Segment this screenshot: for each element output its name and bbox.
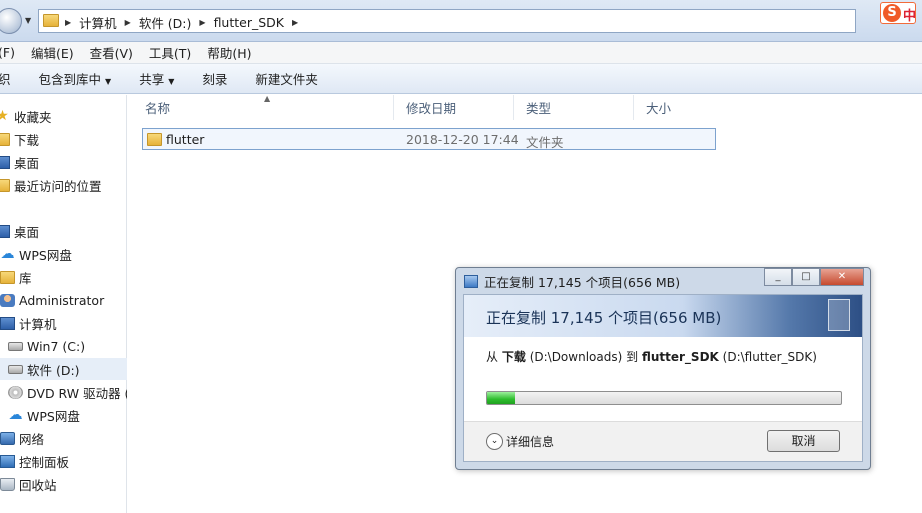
sort-ascending-icon: ▲ (264, 94, 271, 103)
network-icon (0, 431, 15, 445)
folder-icon (147, 133, 162, 146)
close-button[interactable]: ✕ (820, 268, 864, 286)
sidebar-item-dvd-drive[interactable]: DVD RW 驱动器 ( (8, 381, 127, 403)
sidebar-item-desktop-root[interactable]: 桌面 (0, 220, 122, 242)
file-row-flutter[interactable]: flutter 2018-12-20 17:44 文件夹 (142, 128, 716, 150)
command-bar: 织 包含到库中 ▼ 共享 ▼ 刻录 新建文件夹 (0, 64, 922, 94)
copy-icon (464, 275, 478, 288)
source-folder-link[interactable]: 下载 (502, 350, 526, 364)
control-panel-icon (0, 454, 15, 468)
burn-button[interactable]: 刻录 (188, 69, 241, 88)
recent-pages-dropdown-icon[interactable]: ▼ (25, 16, 31, 25)
menu-view[interactable]: 查看(V) (82, 43, 141, 62)
organize-button[interactable]: 织 (0, 69, 25, 88)
ime-indicator[interactable]: S 中 (880, 2, 916, 24)
sidebar-item-wps-cloud-2[interactable]: ☁ WPS网盘 (8, 404, 135, 426)
sidebar-item-wps-cloud[interactable]: ☁ WPS网盘 (0, 243, 127, 265)
sidebar-item-administrator[interactable]: Administrator (0, 289, 127, 311)
chevron-down-icon: ▼ (105, 77, 112, 86)
sidebar-item-drive-c[interactable]: Win7 (C:) (8, 335, 135, 357)
dialog-heading: 正在复制 17,145 个项目(656 MB) (486, 309, 722, 327)
sidebar-item-downloads[interactable]: 下载 (0, 128, 122, 150)
sidebar-item-libraries[interactable]: 库 (0, 266, 127, 288)
column-header-size[interactable]: 大小 (634, 95, 754, 120)
cancel-button[interactable]: 取消 (767, 430, 840, 452)
window-controls: _ □ ✕ (764, 268, 864, 286)
chevron-right-icon[interactable]: ▶ (125, 18, 131, 27)
drive-icon (8, 364, 23, 374)
copy-progress-dialog[interactable]: 正在复制 17,145 个项目(656 MB) _ □ ✕ 正在复制 17,14… (455, 267, 871, 470)
file-name: flutter (166, 132, 205, 147)
menu-edit[interactable]: 编辑(E) (23, 43, 82, 62)
chevron-right-icon[interactable]: ▶ (199, 18, 205, 27)
progress-fill (487, 392, 516, 404)
monitor-icon (0, 224, 10, 238)
menu-help[interactable]: 帮助(H) (199, 43, 259, 62)
ime-mode-label: 中 (903, 9, 917, 24)
dvd-icon (8, 385, 23, 399)
dialog-body: 正在复制 17,145 个项目(656 MB) 从 下载 (D:\Downloa… (463, 294, 863, 462)
chevron-down-icon: ⌄ (486, 433, 503, 450)
menu-bar: (F) 编辑(E) 查看(V) 工具(T) 帮助(H) (0, 42, 922, 64)
sidebar-item-computer[interactable]: 计算机 (0, 312, 127, 334)
breadcrumb-computer[interactable]: 计算机 (79, 13, 117, 32)
file-type: 文件夹 (526, 135, 564, 150)
dialog-footer: ⌄ 详细信息 取消 (464, 421, 862, 461)
folder-icon (0, 132, 10, 146)
navigation-pane[interactable]: ★ 收藏夹 下载 桌面 最近访问的位置 桌面 ☁ WPS网盘 库 Administr… (0, 95, 127, 513)
sidebar-item-drive-d[interactable]: 软件 (D:) (0, 358, 127, 380)
sidebar-item-favorites[interactable]: ★ 收藏夹 (0, 105, 122, 127)
dialog-title: 正在复制 17,145 个项目(656 MB) (484, 275, 681, 290)
more-details-toggle[interactable]: ⌄ 详细信息 (486, 433, 554, 450)
column-header-type[interactable]: 类型 (514, 95, 634, 120)
sidebar-item-recent-places[interactable]: 最近访问的位置 (0, 174, 122, 196)
column-header-name[interactable]: 名称 ▲ (128, 94, 394, 120)
copy-source-destination: 从 下载 (D:\Downloads) 到 flutter_SDK (D:\fl… (486, 350, 817, 364)
drive-icon (8, 341, 23, 351)
menu-file[interactable]: (F) (0, 45, 23, 60)
breadcrumb-drive-d[interactable]: 软件 (D:) (139, 13, 192, 32)
sidebar-item-recycle-bin[interactable]: 回收站 (0, 473, 127, 495)
folder-icon (0, 178, 10, 192)
cloud-icon: ☁ (0, 245, 15, 262)
sidebar-item-desktop[interactable]: 桌面 (0, 151, 122, 173)
share-button[interactable]: 共享 ▼ (125, 69, 188, 88)
sidebar-item-network[interactable]: 网络 (0, 427, 127, 449)
sidebar-item-control-panel[interactable]: 控制面板 (0, 450, 127, 472)
chevron-down-icon: ▼ (168, 77, 175, 86)
include-in-library-button[interactable]: 包含到库中 ▼ (25, 69, 126, 88)
file-modified: 2018-12-20 17:44 (406, 132, 519, 147)
breadcrumb-flutter-sdk[interactable]: flutter_SDK (214, 15, 284, 30)
dialog-title-bar[interactable]: 正在复制 17,145 个项目(656 MB) (464, 272, 680, 291)
breadcrumb[interactable]: ▶ 计算机 ▶ 软件 (D:) ▶ flutter_SDK ▶ (38, 9, 856, 33)
decorative-glass-panel (828, 299, 850, 331)
monitor-icon (0, 316, 15, 330)
address-bar: ▼ ▶ 计算机 ▶ 软件 (D:) ▶ flutter_SDK ▶ S 中 (0, 0, 922, 42)
user-icon (0, 293, 15, 307)
column-header-modified[interactable]: 修改日期 (394, 95, 514, 120)
sogou-icon: S (883, 4, 901, 22)
menu-tools[interactable]: 工具(T) (141, 43, 199, 62)
chevron-right-icon[interactable]: ▶ (65, 18, 71, 27)
cloud-icon: ☁ (8, 406, 23, 423)
maximize-button[interactable]: □ (792, 268, 820, 286)
back-button[interactable] (0, 8, 22, 34)
minimize-button[interactable]: _ (764, 268, 792, 286)
star-icon: ★ (0, 107, 9, 124)
monitor-icon (0, 155, 10, 169)
dialog-header-banner: 正在复制 17,145 个项目(656 MB) (464, 295, 862, 337)
folder-icon (0, 270, 15, 284)
folder-icon (43, 14, 59, 27)
copy-progress-bar (486, 391, 842, 405)
new-folder-button[interactable]: 新建文件夹 (241, 69, 332, 88)
trash-icon (0, 477, 15, 491)
chevron-right-icon[interactable]: ▶ (292, 18, 298, 27)
destination-folder-link[interactable]: flutter_SDK (642, 350, 719, 364)
